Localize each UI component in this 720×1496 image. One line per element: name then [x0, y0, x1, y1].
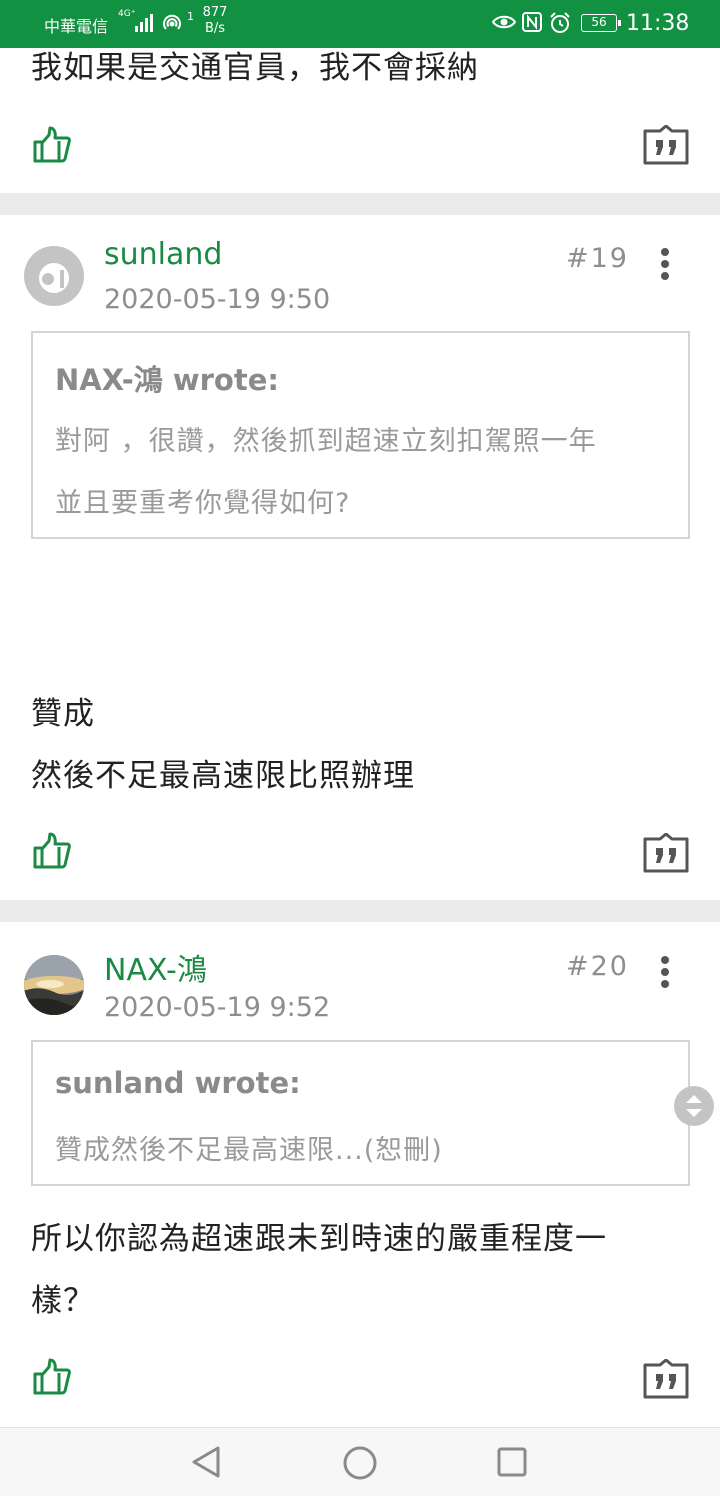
back-triangle-icon[interactable] — [188, 1444, 224, 1480]
post-date: 2020-05-19 9:50 — [104, 284, 331, 315]
default-avatar-icon — [39, 263, 69, 293]
signal-icon — [135, 14, 153, 32]
post-divider — [0, 193, 720, 215]
hotspot-icon — [163, 14, 181, 30]
carrier-label: 中華電信 — [44, 17, 109, 36]
signal-suffix-label: 1 — [187, 10, 194, 23]
network-type-label: 4G⁺ — [118, 9, 136, 19]
username[interactable]: NAX-鴻 — [104, 945, 207, 989]
home-circle-icon[interactable] — [342, 1445, 378, 1481]
avatar-photo — [24, 955, 84, 1015]
recent-apps-square-icon[interactable] — [496, 1446, 528, 1478]
post-body-line: 我如果是交通官員，我不會採納 — [31, 50, 479, 86]
floor-number: #19 — [566, 243, 629, 274]
quote-box: NAX-鴻 wrote: 對阿 ，很讚，然後抓到超速立刻扣駕照一年 並且要重考你… — [31, 331, 690, 539]
network-speed-unit: B/s — [204, 21, 226, 36]
avatar[interactable] — [24, 955, 84, 1015]
post-body-line: 贊成 — [31, 696, 95, 732]
clock: 11:38 — [626, 11, 690, 36]
alarm-icon — [550, 12, 570, 33]
thumbs-up-icon[interactable] — [31, 1357, 71, 1397]
quote-author: NAX-鴻 wrote: — [55, 363, 279, 397]
quote-reply-icon[interactable] — [643, 833, 689, 873]
more-vertical-icon[interactable] — [650, 244, 680, 284]
quote-box: sunland wrote: 贊成然後不足最高速限...(恕刪) — [31, 1040, 690, 1186]
quote-author: sunland wrote: — [55, 1066, 301, 1100]
username[interactable]: sunland — [104, 237, 222, 272]
quote-reply-icon[interactable] — [643, 125, 689, 165]
avatar[interactable] — [24, 246, 84, 306]
network-speed-value: 877 — [202, 5, 228, 20]
more-vertical-icon[interactable] — [650, 952, 680, 992]
post-body-line: 樣？ — [31, 1283, 95, 1319]
system-navigation-bar — [0, 1427, 720, 1496]
quote-line: 對阿 ，很讚，然後抓到超速立刻扣駕照一年 — [55, 426, 597, 457]
thumbs-up-icon[interactable] — [31, 831, 71, 871]
battery-indicator: 56 — [581, 14, 621, 32]
nfc-icon — [522, 12, 542, 32]
status-bar: 中華電信 4G⁺ 1 877 B/s 56 11:38 — [0, 0, 720, 48]
eye-comfort-icon — [492, 15, 516, 29]
quote-line: 贊成然後不足最高速限...(恕刪) — [55, 1135, 443, 1166]
quote-line: 並且要重考你覺得如何? — [55, 488, 351, 519]
post-divider — [0, 900, 720, 922]
scroll-arrows-icon — [686, 1095, 702, 1117]
quote-reply-icon[interactable] — [643, 1359, 689, 1399]
screen: 中華電信 4G⁺ 1 877 B/s 56 11:38 我如果是交通官員，我不會… — [0, 0, 720, 1496]
fast-scroll-handle[interactable] — [674, 1086, 714, 1126]
thumbs-up-icon[interactable] — [31, 125, 71, 165]
post-date: 2020-05-19 9:52 — [104, 992, 331, 1023]
battery-level: 56 — [591, 15, 607, 29]
floor-number: #20 — [566, 951, 629, 982]
post-body-line: 所以你認為超速跟未到時速的嚴重程度一 — [31, 1221, 607, 1257]
network-speed: 877 B/s — [200, 5, 230, 37]
post-body-line: 然後不足最高速限比照辦理 — [31, 758, 415, 794]
